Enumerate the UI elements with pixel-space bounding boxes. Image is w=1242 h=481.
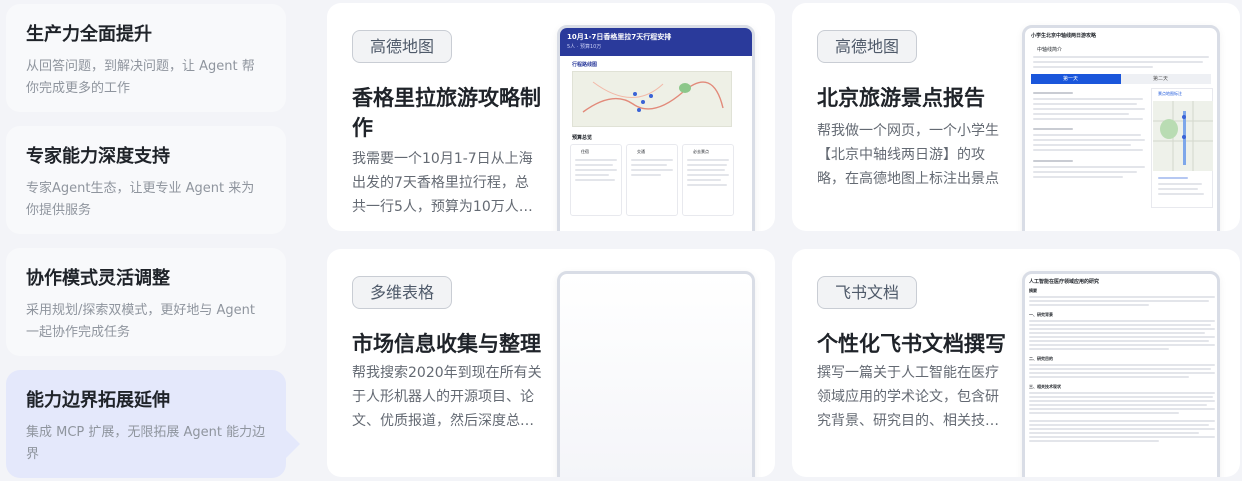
preview-col-2: 交通 (626, 144, 678, 216)
card-title: 个性化飞书文档撰写 (817, 332, 1006, 356)
panel-label: 景点地图标注 (1158, 91, 1182, 96)
preview-heading-1: 一、研究背景 (1029, 312, 1053, 317)
card-desc: 帮我做一个网页，一个小学生【北京中轴线两日游】的攻略，在高德地图上标注出景点 (817, 123, 999, 187)
feature-productivity[interactable]: 生产力全面提升 从回答问题，到解决问题，让 Agent 帮你完成更多的工作 (6, 4, 286, 112)
card-preview: 人工智能在医疗领域应用的研究 摘要 一、研究背景 二、研究目的 三、相关技术现状 (1022, 271, 1220, 477)
city-map-icon (1153, 101, 1213, 171)
tab-day1: 第一天 (1031, 74, 1121, 84)
preview-map (572, 71, 732, 127)
card-preview: 小学生北京中轴线两日游攻略 中轴线简介 第一天 第二天 景点地图标注 (1022, 25, 1220, 231)
card-tag: 飞书文档 (817, 276, 918, 309)
preview-intro-heading: 中轴线简介 (1037, 47, 1063, 53)
feature-desc: 采用规划/探索双模式，更好地与 Agent 一起协作完成任务 (26, 303, 255, 340)
preview-col-3: 必去景点 (682, 144, 734, 216)
feature-desc: 集成 MCP 扩展，无限拓展 Agent 能力边界 (26, 425, 266, 462)
feature-desc: 专家Agent生态，让更专业 Agent 来为你提供服务 (26, 181, 255, 218)
card-title: 香格里拉旅游攻略制作 (352, 86, 541, 140)
map-route-icon (582, 81, 724, 113)
case-card-shangri-la[interactable]: 高德地图 香格里拉旅游攻略制作 我需要一个10月1-7日从上海出发的7天香格里拉… (327, 3, 775, 231)
preview-heading-3: 三、相关技术现状 (1029, 384, 1061, 389)
feature-title: 能力边界拓展延伸 (26, 390, 170, 411)
card-desc: 帮我搜索2020年到现在所有关于人形机器人的开源项目、论文、优质报道，然后深度总… (352, 365, 542, 429)
tab-label: 第二天 (1153, 76, 1169, 82)
feature-collaboration[interactable]: 协作模式灵活调整 采用规划/探索双模式，更好地与 Agent 一起协作完成任务 (6, 248, 286, 356)
active-pointer (286, 430, 300, 458)
card-preview: 10月1-7日香格里拉7天行程安排 5人 · 预算10万 行程路线图 预算总览 … (557, 25, 755, 231)
feature-title: 协作模式灵活调整 (26, 268, 170, 289)
card-desc: 撰写一篇关于人工智能在医疗领域应用的学术论文，包含研究背景、研究目的、相关技术现… (817, 365, 999, 429)
preview-col-1: 住宿 (570, 144, 622, 216)
preview-title: 小学生北京中轴线两日游攻略 (1031, 33, 1097, 39)
preview-side-panel: 景点地图标注 (1151, 88, 1213, 208)
preview-title: 人工智能在医疗领域应用的研究 (1029, 279, 1100, 285)
case-card-beijing[interactable]: 高德地图 北京旅游景点报告 帮我做一个网页，一个小学生【北京中轴线两日游】的攻略… (792, 3, 1240, 231)
card-tag: 高德地图 (352, 30, 453, 63)
card-title: 北京旅游景点报告 (817, 86, 985, 110)
preview-map-heading: 行程路线图 (572, 62, 598, 68)
col-label: 必去景点 (693, 149, 709, 154)
feature-capability-active[interactable]: 能力边界拓展延伸 集成 MCP 扩展，无限拓展 Agent 能力边界 (6, 370, 300, 478)
card-preview-blank (557, 271, 755, 477)
card-desc: 我需要一个10月1-7日从上海出发的7天香格里拉行程，总共一行5人，预算为10万… (352, 151, 533, 215)
card-title: 市场信息收集与整理 (352, 332, 541, 356)
preview-subtitle: 5人 · 预算10万 (567, 44, 602, 50)
preview-abstract: 摘要 (1029, 288, 1037, 293)
tab-label: 第一天 (1063, 76, 1079, 82)
feature-title: 专家能力深度支持 (26, 146, 170, 167)
tab-day2: 第二天 (1121, 74, 1211, 84)
preview-heading-2: 二、研究目的 (1029, 356, 1053, 361)
col-label: 交通 (637, 149, 645, 154)
feature-expert[interactable]: 专家能力深度支持 专家Agent生态，让更专业 Agent 来为你提供服务 (6, 126, 286, 234)
feature-title: 生产力全面提升 (26, 24, 152, 45)
preview-header-text: 10月1-7日香格里拉7天行程安排 (567, 33, 672, 41)
card-tag: 高德地图 (817, 30, 918, 63)
preview-header: 10月1-7日香格里拉7天行程安排 5人 · 预算10万 (560, 28, 752, 56)
feature-desc: 从回答问题，到解决问题，让 Agent 帮你完成更多的工作 (26, 59, 255, 96)
card-tag: 多维表格 (352, 276, 453, 309)
col-label: 住宿 (581, 149, 589, 154)
case-card-market-research[interactable]: 多维表格 市场信息收集与整理 帮我搜索2020年到现在所有关于人形机器人的开源项… (327, 249, 775, 477)
preview-budget-heading: 预算总览 (572, 135, 593, 141)
case-card-feishu-doc[interactable]: 飞书文档 个性化飞书文档撰写 撰写一篇关于人工智能在医疗领域应用的学术论文，包含… (792, 249, 1240, 477)
